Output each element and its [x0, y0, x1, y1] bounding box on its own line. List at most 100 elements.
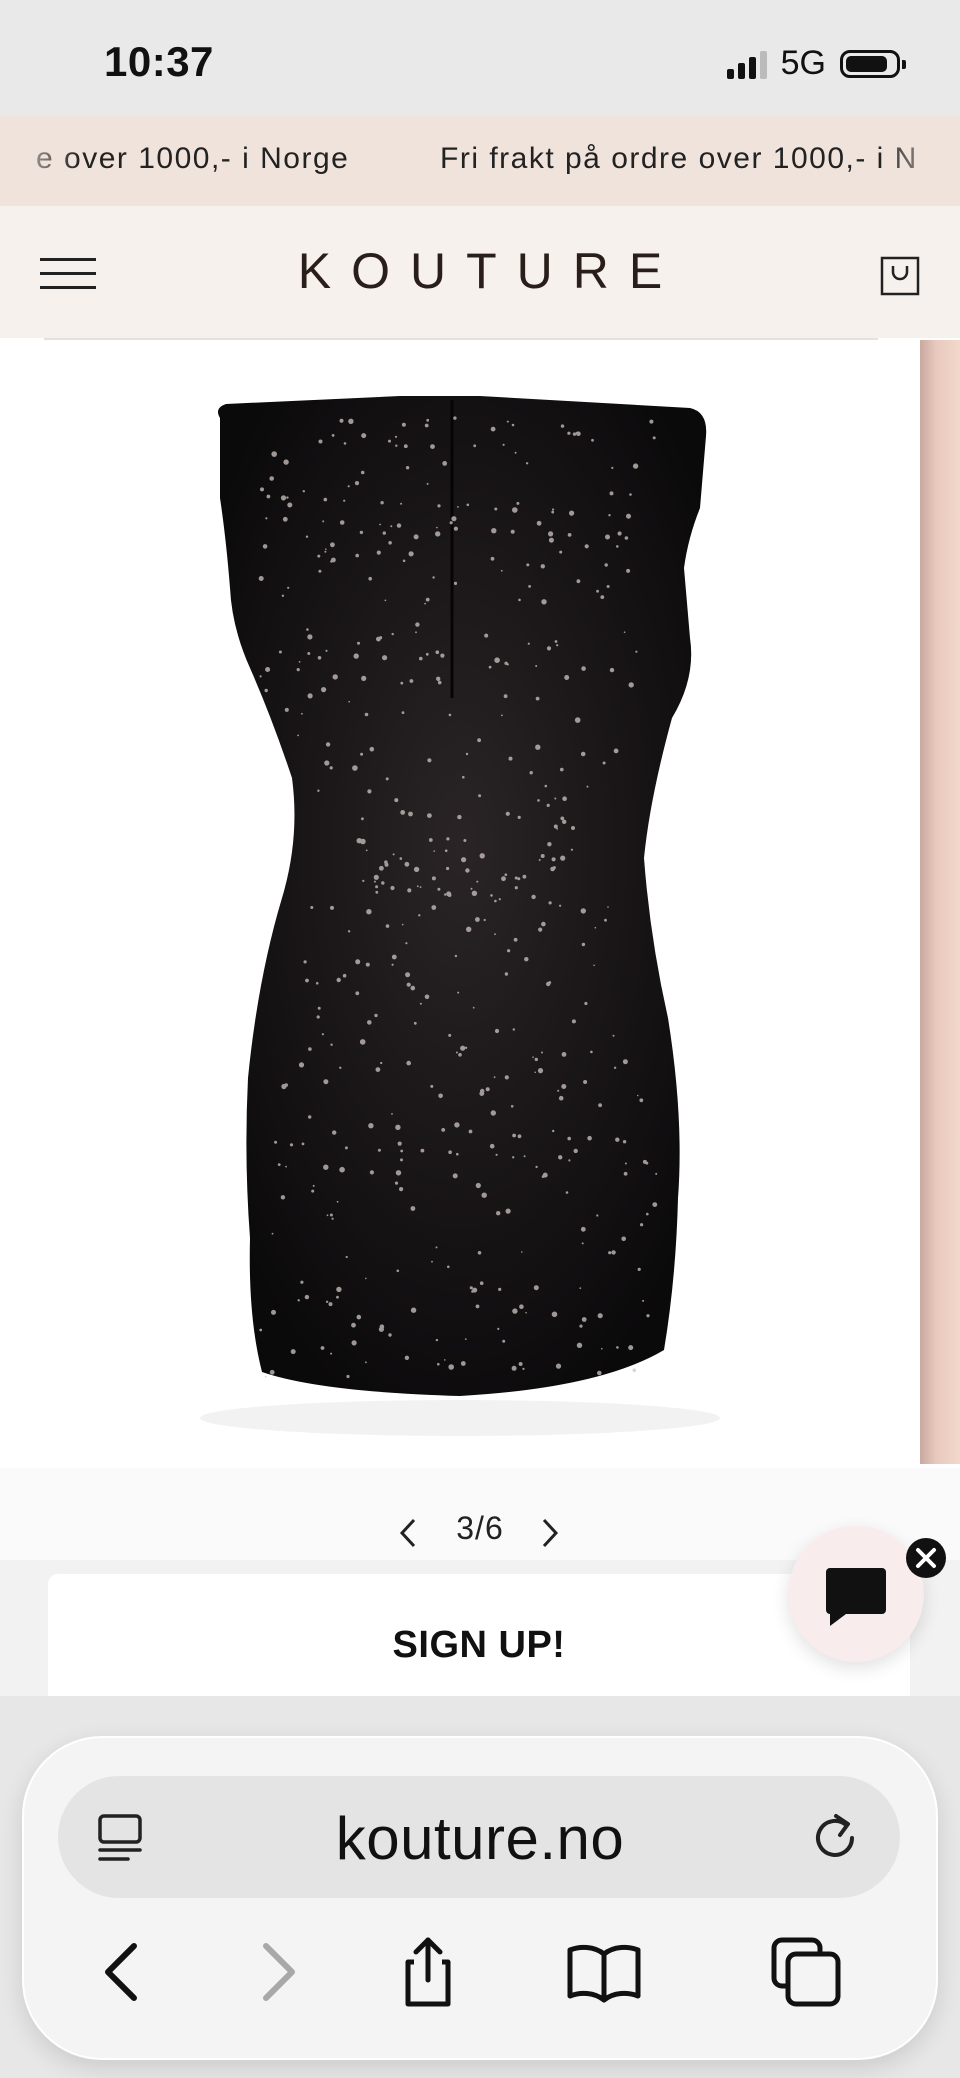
- sequin-sparkle: [432, 576, 435, 579]
- sequin-sparkle: [287, 502, 293, 508]
- sequin-sparkle: [535, 665, 538, 667]
- sequin-sparkle: [448, 1364, 455, 1370]
- sequin-sparkle: [570, 848, 574, 851]
- sequin-sparkle: [642, 1299, 645, 1302]
- sequin-sparkle: [655, 1172, 658, 1175]
- sequin-sparkle: [446, 837, 450, 841]
- sequin-sparkle: [475, 1182, 481, 1189]
- sequin-sparkle: [405, 972, 411, 978]
- sequin-sparkle: [558, 1095, 564, 1101]
- sequin-sparkle: [336, 1286, 342, 1293]
- sequin-sparkle: [510, 529, 515, 534]
- sequin-sparkle: [591, 438, 594, 442]
- sequin-sparkle: [390, 885, 395, 891]
- sequin-sparkle: [426, 418, 430, 422]
- sequin-sparkle: [469, 1286, 473, 1290]
- sequin-sparkle: [525, 1311, 527, 1314]
- sequin-sparkle: [490, 426, 496, 432]
- sequin-sparkle: [345, 1255, 348, 1259]
- sequin-sparkle: [380, 501, 384, 505]
- signup-button[interactable]: SIGN UP!: [48, 1574, 910, 1696]
- bookmarks-icon[interactable]: [564, 1932, 644, 2012]
- tabs-icon[interactable]: [766, 1932, 846, 2012]
- sequin-sparkle: [284, 707, 289, 712]
- sequin-sparkle: [438, 1093, 443, 1099]
- sequin-sparkle: [384, 862, 389, 867]
- sequin-sparkle: [259, 675, 262, 678]
- sequin-sparkle: [384, 599, 387, 602]
- sequin-sparkle: [494, 933, 496, 936]
- product-image[interactable]: [0, 338, 920, 1468]
- next-slide-preview[interactable]: [920, 340, 960, 1464]
- sequin-sparkle: [517, 877, 521, 881]
- sequin-sparkle: [552, 508, 555, 511]
- sequin-sparkle: [514, 886, 518, 890]
- sequin-sparkle: [464, 1338, 467, 1340]
- sequin-sparkle: [359, 1039, 366, 1045]
- sequin-sparkle: [404, 861, 410, 867]
- sequin-sparkle: [513, 937, 518, 942]
- sequin-sparkle: [502, 443, 505, 446]
- sequin-sparkle: [435, 1246, 438, 1249]
- sequin-sparkle: [514, 876, 518, 880]
- close-icon[interactable]: [906, 1538, 946, 1578]
- sequin-sparkle: [535, 1165, 538, 1169]
- sequin-sparkle: [608, 514, 611, 517]
- sequin-sparkle: [609, 491, 614, 496]
- sequin-sparkle: [379, 636, 383, 640]
- sequin-sparkle: [321, 1033, 324, 1036]
- promo-banner: e over 1000,- i Norge Fri frakt på ordre…: [0, 116, 960, 206]
- sequin-sparkle: [568, 1159, 571, 1162]
- reload-icon[interactable]: [808, 1808, 864, 1866]
- sequin-sparkle: [548, 901, 552, 905]
- sequin-sparkle: [262, 544, 268, 549]
- sequin-sparkle: [598, 1103, 602, 1108]
- sequin-sparkle: [442, 461, 448, 466]
- site-logo[interactable]: KOUTURE: [0, 242, 960, 300]
- sequin-sparkle: [628, 1345, 634, 1351]
- sequin-sparkle: [490, 1110, 496, 1116]
- sequin-sparkle: [632, 1368, 637, 1372]
- sequin-sparkle: [274, 1140, 278, 1144]
- sequin-sparkle: [382, 531, 386, 535]
- product-gallery[interactable]: [0, 338, 960, 1468]
- share-icon[interactable]: [388, 1932, 468, 2012]
- sequin-sparkle: [587, 1135, 592, 1141]
- chevron-left-icon[interactable]: [394, 1514, 422, 1552]
- back-icon[interactable]: [82, 1932, 162, 2012]
- sequin-sparkle: [336, 977, 341, 983]
- sequin-sparkle: [504, 873, 508, 876]
- sequin-sparkle: [497, 1327, 500, 1330]
- sequin-sparkle: [323, 497, 328, 502]
- sequin-sparkle: [298, 1062, 305, 1068]
- sequin-sparkle: [406, 1060, 412, 1066]
- sequin-sparkle: [478, 794, 482, 798]
- sequin-sparkle: [343, 499, 346, 502]
- sequin-sparkle: [524, 957, 529, 962]
- sequin-sparkle: [580, 751, 586, 757]
- sequin-sparkle: [281, 594, 285, 597]
- sequin-sparkle: [453, 416, 457, 420]
- url-text[interactable]: kouture.no: [240, 1804, 720, 1873]
- sequin-sparkle: [303, 960, 307, 964]
- sequin-sparkle: [460, 1045, 466, 1051]
- sequin-sparkle: [528, 585, 531, 588]
- sequin-sparkle: [330, 905, 334, 910]
- reader-mode-icon[interactable]: [94, 1812, 150, 1864]
- chevron-right-icon[interactable]: [536, 1514, 564, 1552]
- sequin-sparkle: [609, 667, 615, 673]
- sequin-sparkle: [501, 876, 506, 882]
- sequin-sparkle: [561, 1052, 567, 1057]
- sequin-sparkle: [542, 1172, 548, 1178]
- sequin-sparkle: [375, 1067, 381, 1072]
- sequin-sparkle: [311, 1189, 315, 1193]
- sequin-sparkle: [286, 496, 289, 499]
- sequin-sparkle: [405, 942, 408, 945]
- sequin-sparkle: [331, 557, 336, 563]
- shopping-bag-icon[interactable]: [880, 252, 920, 296]
- sequin-sparkle: [622, 1059, 628, 1065]
- sequin-sparkle: [427, 758, 432, 763]
- chat-widget-button[interactable]: [788, 1526, 924, 1662]
- forward-icon[interactable]: [238, 1932, 318, 2012]
- sequin-sparkle: [555, 1363, 562, 1369]
